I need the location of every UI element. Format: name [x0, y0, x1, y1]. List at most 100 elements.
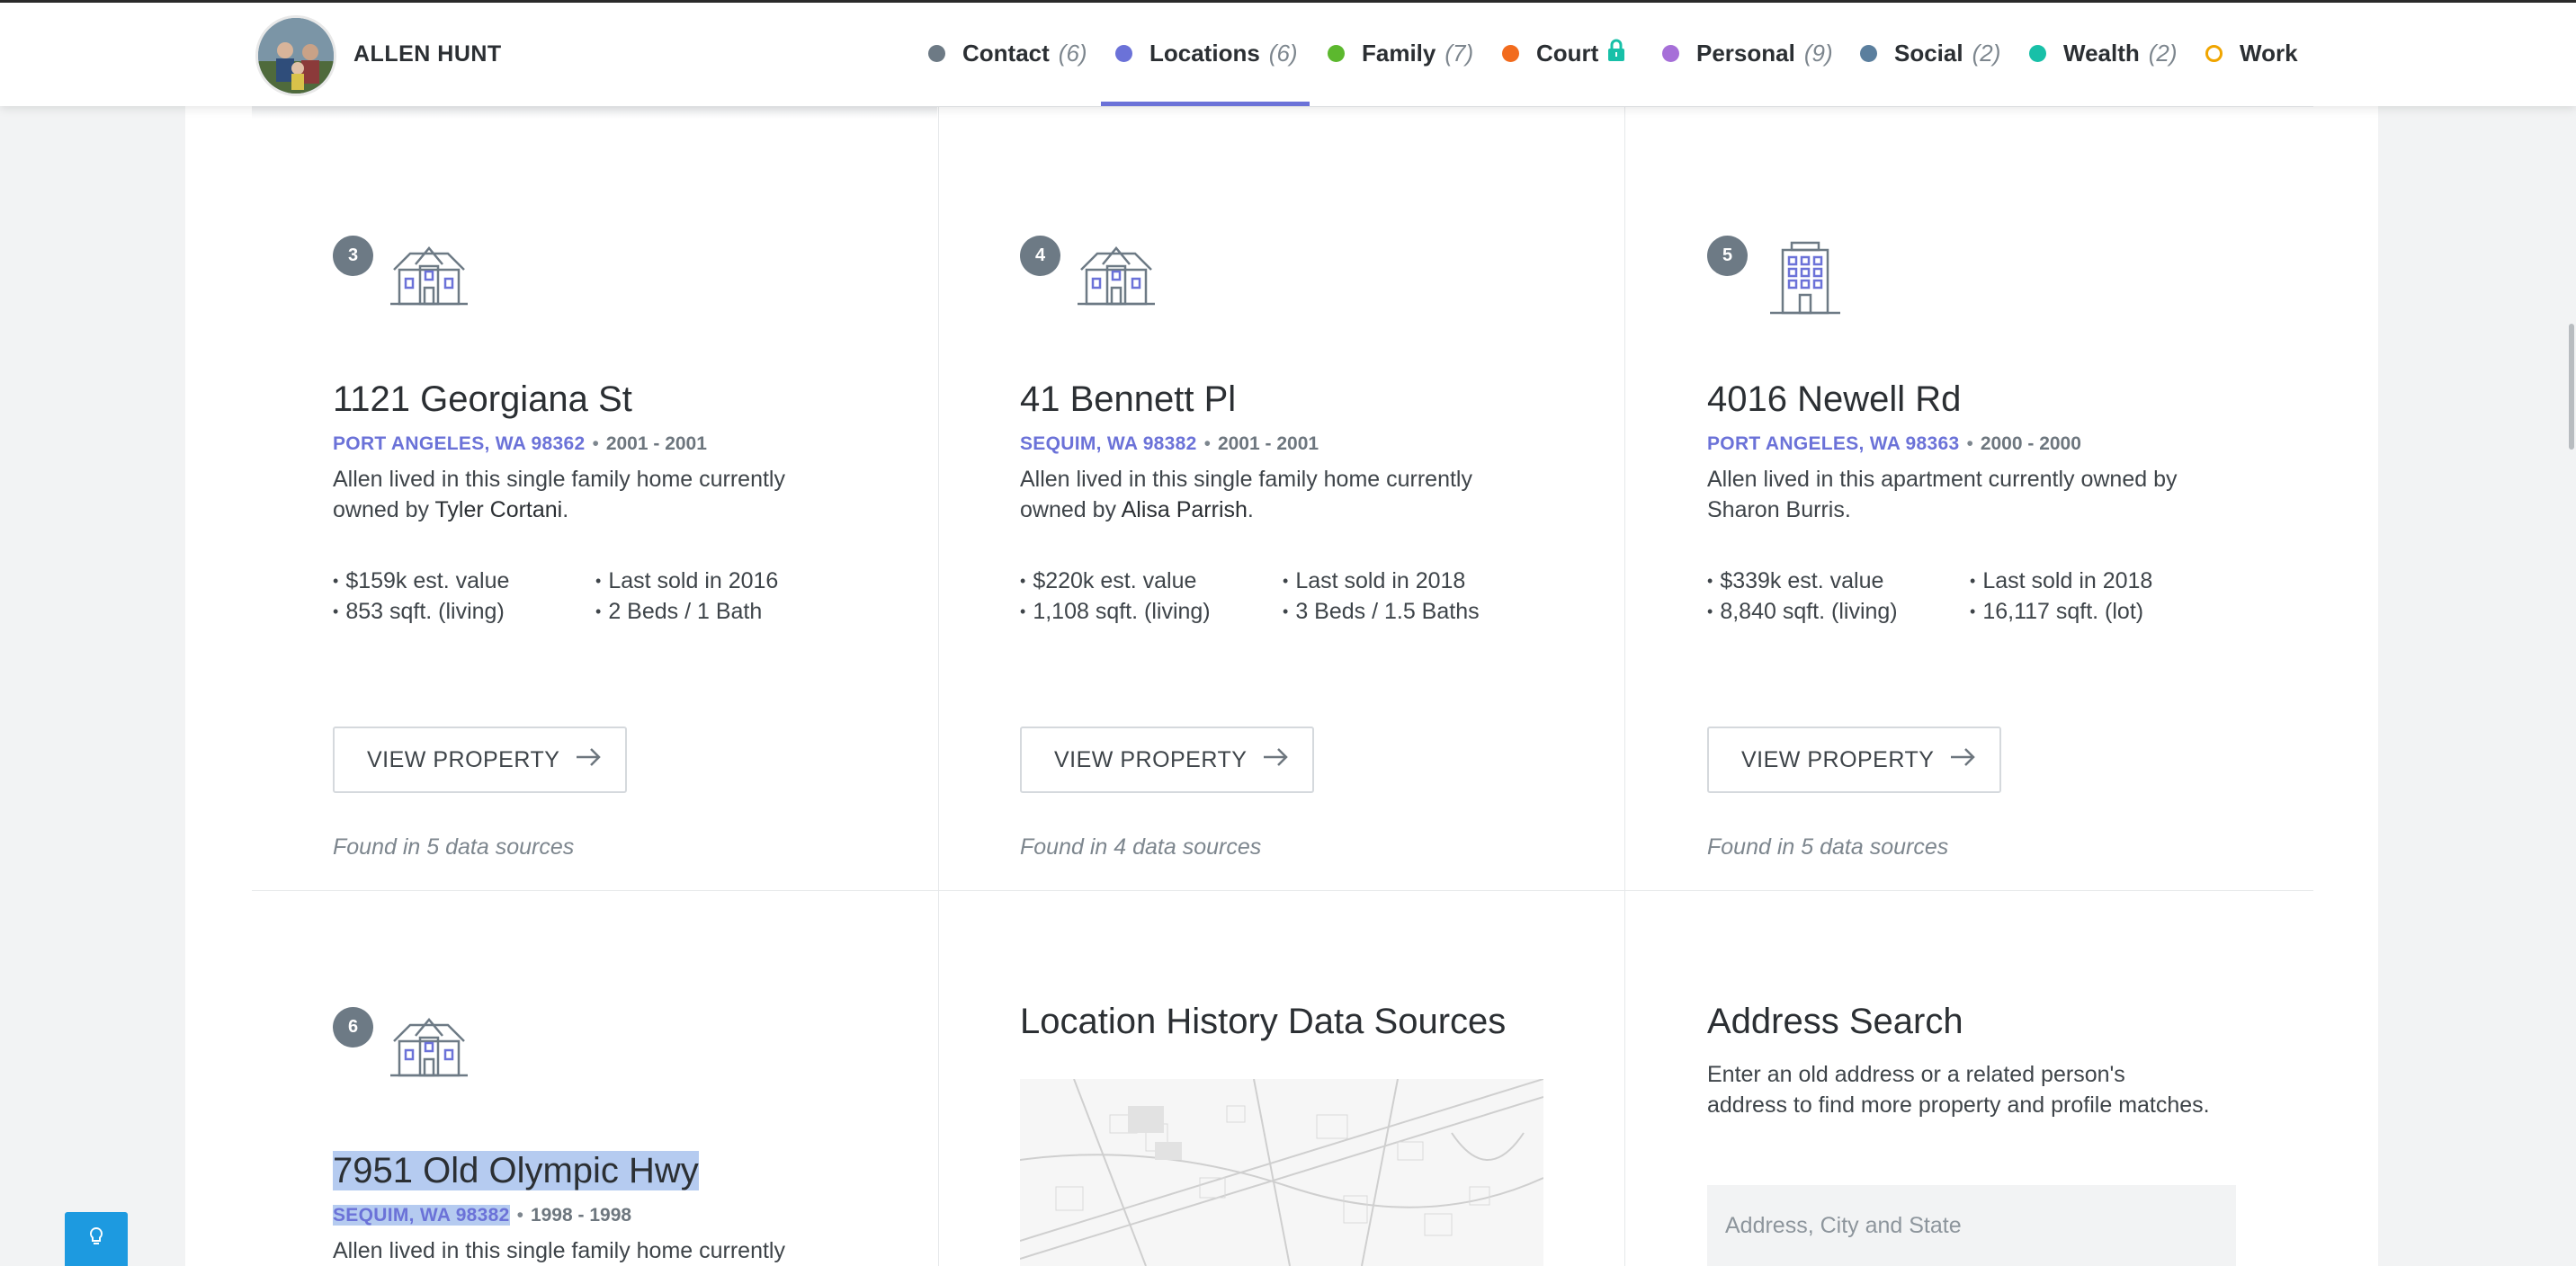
avatar[interactable]: [255, 15, 336, 96]
location-description: Allen lived in this single family home c…: [333, 464, 836, 525]
nav-court[interactable]: Court: [1502, 37, 1625, 69]
meta-separator: •: [516, 1205, 523, 1226]
top-header: ALLEN HUNT Contact (6) Locations (6) Fam…: [0, 0, 2576, 106]
fact-sqft: 1,108 sqft. (living): [1020, 599, 1210, 625]
nav-family[interactable]: Family (7): [1328, 37, 1473, 69]
meta-separator: •: [592, 433, 599, 454]
location-address[interactable]: 4016 Newell Rd: [1707, 379, 1961, 420]
location-city[interactable]: SEQUIM, WA 98382: [1020, 433, 1197, 454]
view-property-button[interactable]: VIEW PROPERTY: [333, 727, 627, 793]
fact-last-sold: Last sold in 2018: [1970, 568, 2152, 594]
arrow-right-icon: [576, 747, 602, 773]
nav-contact[interactable]: Contact (6): [928, 37, 1087, 69]
fact-value: $159k est. value: [333, 568, 509, 594]
nav-family-count: (7): [1445, 39, 1474, 67]
meta-separator: •: [1203, 433, 1211, 454]
location-card: 3 1121 Georgiana St PORT ANGELES, WA 983…: [333, 236, 980, 860]
nav-wealth-count: (2): [2148, 39, 2178, 67]
view-property-label: VIEW PROPERTY: [367, 746, 560, 772]
page-scrollbar[interactable]: [2569, 324, 2574, 450]
location-city[interactable]: PORT ANGELES, WA 98362: [333, 433, 585, 454]
nav-locations[interactable]: Locations (6): [1115, 37, 1298, 69]
fact-rooms: 3 Beds / 1.5 Baths: [1283, 599, 1479, 625]
nav-social-label: Social: [1894, 39, 1963, 67]
location-number-badge: 5: [1707, 236, 1748, 276]
location-meta: PORT ANGELES, WA 98363 • 2000 - 2000: [1707, 433, 2081, 455]
lightbulb-icon: [88, 1226, 104, 1253]
owner-name[interactable]: Alisa Parrish: [1122, 497, 1248, 522]
location-description: Allen lived in this single family home c…: [1020, 464, 1524, 525]
location-description: Allen lived in this single family home c…: [333, 1235, 836, 1266]
description-suffix: .: [562, 497, 569, 522]
nav-personal[interactable]: Personal (9): [1662, 37, 1833, 69]
help-button[interactable]: [65, 1212, 128, 1266]
address-search-input[interactable]: [1707, 1185, 2236, 1266]
nav-work[interactable]: Work: [2205, 37, 2298, 69]
row-divider: [252, 890, 2313, 891]
location-address[interactable]: 41 Bennett Pl: [1020, 379, 1236, 420]
fact-lot: 16,117 sqft. (lot): [1970, 599, 2143, 625]
arrow-right-icon: [1263, 747, 1289, 773]
view-property-label: VIEW PROPERTY: [1054, 746, 1248, 772]
location-meta: PORT ANGELES, WA 98362 • 2001 - 2001: [333, 433, 707, 455]
location-years: 2000 - 2000: [1980, 433, 2081, 454]
fact-sqft: 8,840 sqft. (living): [1707, 599, 1897, 625]
location-years: 2001 - 2001: [605, 433, 707, 454]
nav-social[interactable]: Social (2): [1860, 37, 2000, 69]
meta-separator: •: [1966, 433, 1973, 454]
fact-rooms: 2 Beds / 1 Bath: [595, 599, 762, 625]
address-search-title: Address Search: [1707, 1002, 1963, 1041]
data-sources-count[interactable]: Found in 5 data sources: [1707, 834, 1948, 860]
house-icon: [390, 243, 468, 310]
location-number-badge: 3: [333, 236, 373, 276]
contact-dot-icon: [928, 44, 945, 62]
personal-dot-icon: [1662, 44, 1679, 62]
location-years: 2001 - 2001: [1217, 433, 1319, 454]
view-property-label: VIEW PROPERTY: [1741, 746, 1935, 772]
nav-social-count: (2): [1972, 39, 2001, 67]
data-sources-title: Location History Data Sources: [1020, 1002, 1507, 1041]
location-number-badge: 4: [1020, 236, 1060, 276]
nav-wealth[interactable]: Wealth (2): [2029, 37, 2178, 69]
location-city[interactable]: PORT ANGELES, WA 98363: [1707, 433, 1959, 454]
fact-value: $220k est. value: [1020, 568, 1196, 594]
row-divider: [252, 106, 2313, 107]
view-property-button[interactable]: VIEW PROPERTY: [1707, 727, 2001, 793]
person-name: ALLEN HUNT: [353, 41, 502, 67]
nav-family-label: Family: [1362, 39, 1436, 67]
fact-sqft: 853 sqft. (living): [333, 599, 504, 625]
location-city[interactable]: SEQUIM, WA 98382: [333, 1205, 510, 1226]
view-property-button[interactable]: VIEW PROPERTY: [1020, 727, 1314, 793]
data-sources-count[interactable]: Found in 5 data sources: [333, 834, 574, 860]
locations-dot-icon: [1115, 44, 1132, 62]
arrow-right-icon: [1950, 747, 1976, 773]
location-description: Allen lived in this apartment currently …: [1707, 464, 2211, 525]
fact-last-sold: Last sold in 2018: [1283, 568, 1465, 594]
wealth-dot-icon: [2029, 44, 2046, 62]
description-text: Allen lived in this apartment currently …: [1707, 467, 2178, 522]
apartment-building-icon: [1767, 239, 1844, 319]
location-meta: SEQUIM, WA 98382 • 1998 - 1998: [333, 1205, 631, 1226]
nav-locations-label: Locations: [1149, 39, 1260, 67]
location-address[interactable]: 7951 Old Olympic Hwy: [333, 1151, 699, 1191]
nav-locations-count: (6): [1268, 39, 1298, 67]
location-address[interactable]: 1121 Georgiana St: [333, 379, 632, 420]
court-dot-icon: [1502, 44, 1519, 62]
location-years: 1998 - 1998: [530, 1205, 632, 1226]
location-card: 4 41 Bennett Pl SEQUIM, WA 98382 • 2001 - …: [1020, 236, 1668, 860]
data-sources-count[interactable]: Found in 4 data sources: [1020, 834, 1261, 860]
nav-wealth-label: Wealth: [2063, 39, 2140, 67]
fact-value: $339k est. value: [1707, 568, 1883, 594]
nav-contact-label: Contact: [962, 39, 1050, 67]
fact-last-sold: Last sold in 2016: [595, 568, 778, 594]
location-map[interactable]: [1020, 1079, 1543, 1266]
family-dot-icon: [1328, 44, 1345, 62]
nav-contact-count: (6): [1058, 39, 1087, 67]
location-number-badge: 6: [333, 1007, 373, 1048]
work-dot-icon: [2205, 44, 2223, 62]
social-dot-icon: [1860, 44, 1877, 62]
nav-work-label: Work: [2240, 39, 2298, 67]
nav-court-label: Court: [1536, 39, 1599, 67]
owner-name[interactable]: Tyler Cortani: [435, 497, 563, 522]
location-card: 5 4016 Newell Rd PORT ANGELES, WA 98363 •…: [1707, 236, 2355, 860]
